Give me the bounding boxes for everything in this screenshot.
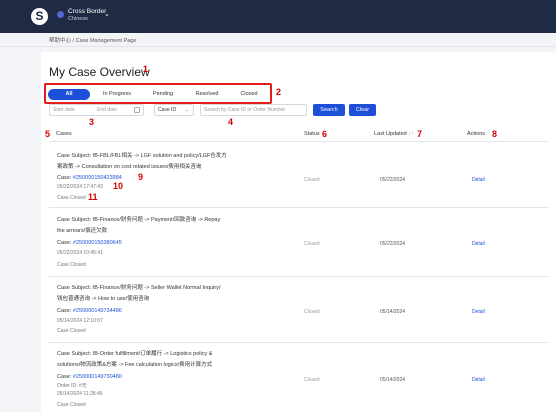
divider bbox=[49, 342, 549, 343]
tab-closed[interactable]: Closed bbox=[230, 89, 268, 100]
divider bbox=[0, 46, 556, 47]
chevron-down-icon: ⌄ bbox=[184, 107, 189, 113]
case-number: Case: #250000150380645 bbox=[57, 240, 122, 246]
annotation-7: 7 bbox=[417, 129, 423, 139]
case-subject-line: 案政策 -> Consultation on cost related issu… bbox=[57, 164, 202, 170]
brand-title[interactable]: Cross Border bbox=[68, 8, 106, 15]
case-subject-line: Case Subject: IB-Order fulfillment/订单履行 … bbox=[57, 351, 213, 357]
divider bbox=[49, 276, 549, 277]
detail-link[interactable]: Detail bbox=[472, 309, 485, 315]
case-subject: Case Subject: IB-Finance/财务问题 -> Seller … bbox=[57, 283, 282, 305]
tab-resolved[interactable]: Resolved bbox=[186, 89, 228, 100]
case-closed-label: Case Closed bbox=[57, 328, 86, 334]
last-updated-date: 05/22/2024 bbox=[380, 177, 406, 183]
detail-link[interactable]: Detail bbox=[472, 177, 485, 183]
tab-all[interactable]: All bbox=[48, 89, 90, 100]
case-id-select-value: Case ID bbox=[158, 107, 177, 113]
case-subject: Case Subject: IB-FBL/FBL相关 -> LGF soluti… bbox=[57, 151, 282, 173]
chevron-down-icon[interactable]: ⌄ bbox=[104, 10, 110, 18]
annotation-9: 9 bbox=[138, 172, 144, 182]
case-closed-label: Case Closed bbox=[57, 402, 86, 408]
status-badge: Closed bbox=[304, 177, 320, 183]
case-closed-label: Case Closed bbox=[57, 195, 86, 201]
case-subject-line: Case Subject: IB-FBL/FBL相关 -> LGF soluti… bbox=[57, 153, 227, 159]
annotation-3: 3 bbox=[89, 117, 95, 127]
status-badge: Closed bbox=[304, 309, 320, 315]
last-updated-label: Last Updated bbox=[374, 131, 407, 137]
column-header-cases: Cases bbox=[56, 131, 72, 137]
annotation-2: 2 bbox=[276, 87, 282, 97]
case-number: Case: #250000149730480 bbox=[57, 374, 122, 380]
annotation-8: 8 bbox=[492, 129, 498, 139]
last-updated-date: 05/14/2024 bbox=[380, 309, 406, 315]
tab-in-progress[interactable]: In Progress bbox=[94, 89, 140, 100]
detail-link[interactable]: Detail bbox=[472, 377, 485, 383]
last-updated-date: 05/22/2024 bbox=[380, 241, 406, 247]
search-input[interactable]: Search by Case ID or Order Number bbox=[200, 104, 307, 116]
case-number-prefix: Case: bbox=[57, 374, 73, 380]
annotation-1: 1 bbox=[143, 64, 149, 74]
region-dot-icon bbox=[57, 11, 64, 18]
detail-link[interactable]: Detail bbox=[472, 241, 485, 247]
case-number-prefix: Case: bbox=[57, 240, 73, 246]
breadcrumb: 帮助中心 / Case Management Page bbox=[49, 38, 137, 44]
order-id: Order ID: #无 bbox=[57, 383, 87, 389]
case-subject-line: the arrears/偿还欠款 bbox=[57, 228, 108, 234]
case-number: Case: #250000149734486 bbox=[57, 308, 122, 314]
annotation-4: 4 bbox=[228, 117, 234, 127]
annotation-10: 10 bbox=[113, 181, 124, 191]
divider bbox=[49, 141, 549, 142]
brand-subtitle: Chinese bbox=[68, 16, 89, 22]
case-created-time: 05/22/2024 17:47:43 bbox=[57, 184, 103, 190]
status-badge: Closed bbox=[304, 241, 320, 247]
annotation-11: 11 bbox=[88, 192, 98, 202]
sort-icon[interactable]: ↓↑ bbox=[408, 131, 414, 137]
annotation-5: 5 bbox=[45, 129, 51, 139]
case-id-link[interactable]: #250000150380645 bbox=[73, 240, 122, 246]
last-updated-date: 05/14/2024 bbox=[380, 377, 406, 383]
tab-pending[interactable]: Pending bbox=[142, 89, 184, 100]
search-button[interactable]: Search bbox=[313, 104, 345, 116]
column-header-status: Status bbox=[304, 131, 320, 137]
clear-button[interactable]: Clear bbox=[349, 104, 376, 116]
case-number-prefix: Case: bbox=[57, 308, 73, 314]
date-range-picker[interactable]: Start date End date bbox=[49, 104, 144, 116]
end-date-input[interactable]: End date bbox=[97, 105, 117, 115]
case-subject: Case Subject: IB-Order fulfillment/订单履行 … bbox=[57, 349, 282, 371]
case-subject-line: Case Subject: IB-Finance/财务问题 -> Payment… bbox=[57, 217, 221, 223]
column-header-last-updated[interactable]: Last Updated ↓↑ bbox=[374, 131, 414, 137]
column-header-actions: Actions bbox=[467, 131, 486, 137]
case-number-prefix: Case: bbox=[57, 175, 73, 181]
case-id-link[interactable]: #250000149734486 bbox=[73, 308, 122, 314]
divider bbox=[49, 207, 549, 208]
case-closed-label: Case Closed bbox=[57, 262, 86, 268]
status-badge: Closed bbox=[304, 377, 320, 383]
annotation-6: 6 bbox=[322, 129, 328, 139]
case-created-time: 05/14/2024 12:10:07 bbox=[57, 318, 103, 324]
calendar-icon[interactable] bbox=[134, 107, 140, 113]
case-subject-line: Case Subject: IB-Finance/财务问题 -> Seller … bbox=[57, 285, 221, 291]
case-subject-line: 钱包普通咨询 -> How to use/使用咨询 bbox=[57, 296, 150, 302]
case-id-link[interactable]: #250000149730480 bbox=[73, 374, 122, 380]
case-subject: Case Subject: IB-Finance/财务问题 -> Payment… bbox=[57, 215, 282, 237]
case-created-time: 05/22/2024 10:45:41 bbox=[57, 250, 103, 256]
page-title: My Case Overview bbox=[49, 65, 150, 79]
case-id-select[interactable]: Case ID ⌄ bbox=[154, 104, 194, 116]
app-logo[interactable]: S bbox=[31, 8, 48, 25]
case-created-time: 05/14/2024 11:28:46 bbox=[57, 391, 103, 397]
start-date-input[interactable]: Start date bbox=[53, 107, 75, 113]
case-subject-line: solutions/物流政策&方案 -> Fee calculation log… bbox=[57, 362, 213, 368]
